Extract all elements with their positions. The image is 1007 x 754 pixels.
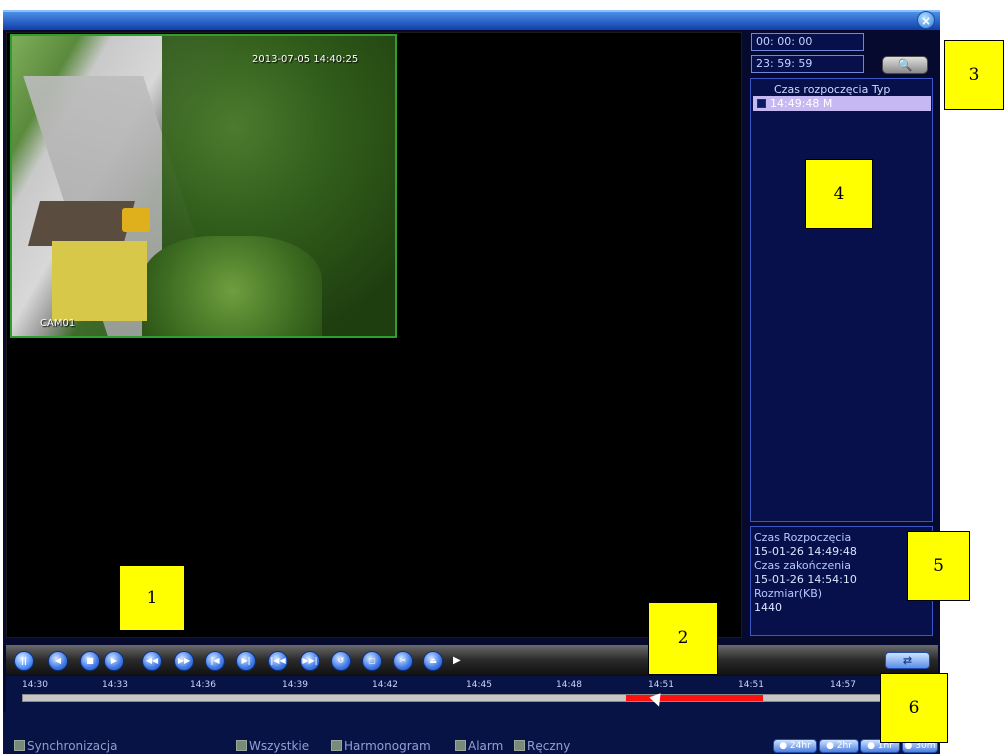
schedule-label: Harmonogram [344, 739, 431, 753]
timeline-tick-label: 14:36 [190, 680, 216, 690]
timeline-tick-label: 14:33 [102, 680, 128, 690]
timeline-tick-label: 14:51 [738, 680, 764, 690]
checkbox-icon [455, 740, 466, 751]
alarm-checkbox[interactable]: Alarm [455, 739, 503, 753]
all-checkbox[interactable]: Wszystkie [236, 739, 309, 753]
timeline-tick-label: 14:42 [372, 680, 398, 690]
clip-button[interactable]: ✂ [393, 651, 413, 671]
pause-button[interactable]: || [14, 651, 34, 671]
rewind-button[interactable]: ◀◀ [142, 651, 162, 671]
play-button[interactable]: ▶ [104, 651, 124, 671]
close-button[interactable]: × [917, 11, 935, 29]
size-label: Rozmiar(KB) [754, 587, 823, 600]
sync-checkbox[interactable]: Synchronizacja [14, 739, 117, 753]
manual-checkbox[interactable]: Ręczny [514, 739, 570, 753]
search-icon: 🔍 [897, 58, 913, 72]
end-time-value: 15-01-26 14:54:10 [754, 573, 857, 586]
prev-file-button[interactable]: |◀ [205, 651, 225, 671]
skip-forward-icon: ▶▶| [302, 656, 318, 665]
all-label: Wszystkie [249, 739, 310, 753]
checkbox-icon [236, 740, 247, 751]
range-24hr-button[interactable]: ● 24hr [773, 739, 817, 753]
backup-icon: ⏏ [429, 656, 437, 665]
callout-6: 6 [880, 673, 948, 743]
alarm-label: Alarm [468, 739, 504, 753]
prev-frame-icon: ◀ [54, 656, 62, 665]
backup-button[interactable]: ⏏ [423, 651, 443, 671]
prev-file-icon: |◀ [210, 656, 220, 665]
dvr-playback-window: × 2013-07-05 14:40:25 CAM01 00: 00: 00 2… [0, 0, 1007, 754]
fast-forward-button[interactable]: ▶▶ [174, 651, 194, 671]
size-value: 1440 [754, 601, 782, 614]
timeline-tick-label: 14:45 [466, 680, 492, 690]
camera-view-cam01[interactable]: 2013-07-05 14:40:25 CAM01 [10, 34, 397, 338]
stop-button[interactable]: ■ [80, 651, 100, 671]
fast-forward-icon: ▶▶ [177, 656, 191, 665]
checkbox-icon [14, 740, 25, 751]
skip-back-icon: |◀◀ [270, 656, 286, 665]
window-button[interactable]: ▢ [362, 651, 382, 671]
start-time-value: 15-01-26 14:49:48 [754, 545, 857, 558]
manual-label: Ręczny [527, 739, 571, 753]
toggle-view-button[interactable]: ⇄ [885, 652, 930, 669]
checkbox-icon [331, 740, 342, 751]
skip-forward-button[interactable]: ▶▶| [300, 651, 320, 671]
repeat-button[interactable]: ↺ [331, 651, 351, 671]
window-icon: ▢ [368, 656, 376, 665]
camera-building-roof [27, 201, 136, 246]
start-time-label: Czas Rozpoczęcia [754, 531, 852, 544]
timeline-tick-label: 14:48 [556, 680, 582, 690]
file-row[interactable]: 14:49:48 M [753, 96, 931, 111]
file-row-text: 14:49:48 M [770, 97, 833, 110]
clip-icon: ✂ [399, 656, 407, 665]
checkbox-icon [514, 740, 525, 751]
sync-label: Synchronizacja [27, 739, 118, 753]
recording-segment[interactable] [626, 695, 763, 701]
file-row-checkbox[interactable] [757, 99, 766, 108]
file-list: Czas rozpoczęcia Typ 14:49:48 M [750, 78, 933, 522]
stop-icon: ■ [86, 656, 94, 665]
end-time-label: Czas zakończenia [754, 559, 851, 572]
camera-timestamp: 2013-07-05 14:40:25 [252, 54, 359, 65]
callout-1: 1 [119, 565, 185, 631]
timeline-tick-label: 14:57 [830, 680, 856, 690]
rewind-icon: ◀◀ [145, 656, 159, 665]
camera-building-wall [52, 241, 147, 321]
schedule-checkbox[interactable]: Harmonogram [331, 739, 431, 753]
end-time-field[interactable]: 23: 59: 59 [751, 55, 864, 73]
repeat-icon: ↺ [337, 656, 345, 665]
file-info-panel: Czas Rozpoczęcia 15-01-26 14:49:48 Czas … [750, 526, 933, 636]
play-icon: ▶ [110, 656, 118, 665]
camera-label: CAM01 [40, 318, 76, 329]
pause-icon: || [21, 656, 27, 665]
timeline-track[interactable] [22, 694, 902, 702]
timeline-tick-label: 14:30 [22, 680, 48, 690]
callout-2: 2 [648, 602, 718, 675]
callout-5: 5 [907, 531, 970, 601]
callout-4: 4 [805, 159, 873, 229]
prev-frame-button[interactable]: ◀ [48, 651, 68, 671]
camera-trees-foreground [142, 236, 322, 336]
title-bar [3, 10, 940, 30]
timeline-tick-label: 14:51 [648, 680, 674, 690]
start-time-field[interactable]: 00: 00: 00 [751, 33, 864, 51]
timeline-tick-label: 14:39 [282, 680, 308, 690]
next-file-button[interactable]: ▶| [236, 651, 256, 671]
callout-3: 3 [944, 40, 1004, 110]
file-list-header: Czas rozpoczęcia Typ [774, 83, 891, 96]
search-button[interactable]: 🔍 [882, 56, 928, 74]
camera-vehicle [122, 208, 150, 232]
range-2hr-button[interactable]: ● 2hr [819, 739, 859, 753]
skip-back-button[interactable]: |◀◀ [268, 651, 288, 671]
next-file-icon: ▶| [241, 656, 251, 665]
more-arrow-icon[interactable]: ▶ [453, 655, 461, 666]
